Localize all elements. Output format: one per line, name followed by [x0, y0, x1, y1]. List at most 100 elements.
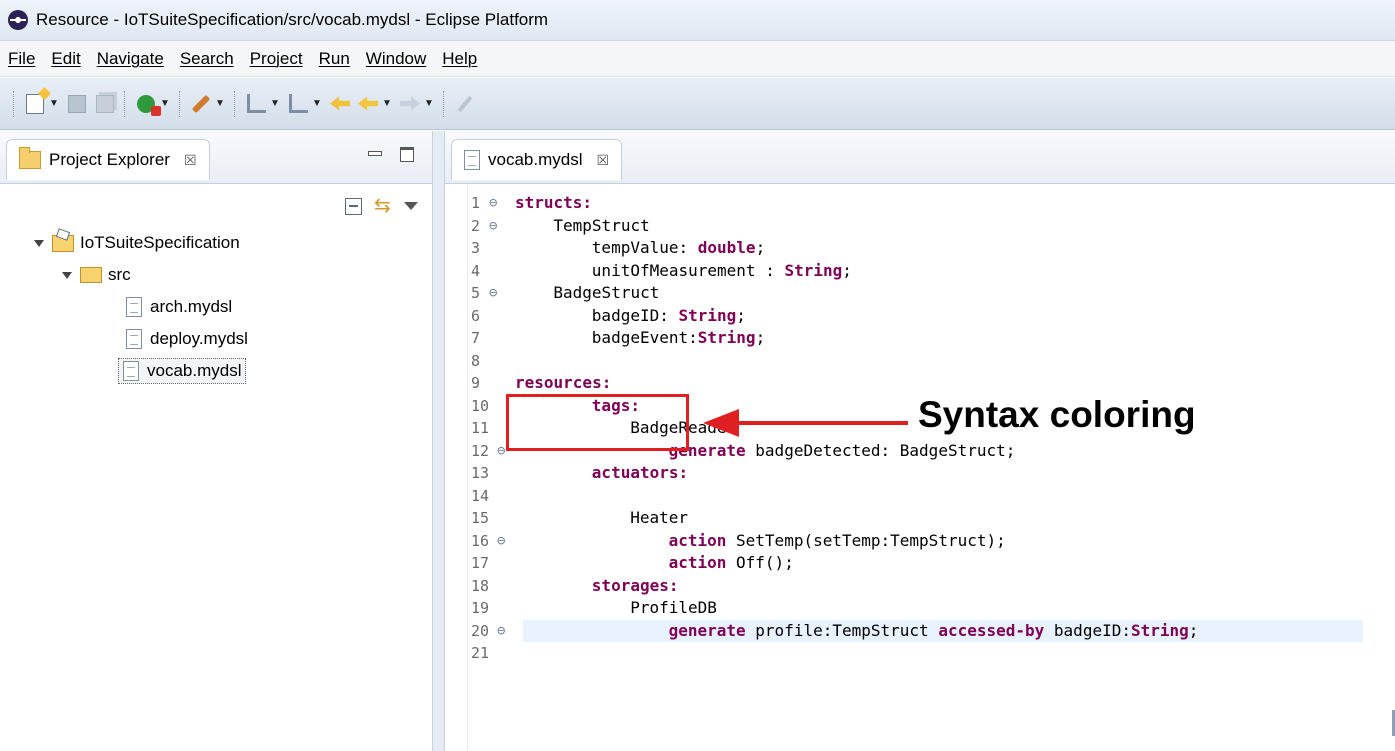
last-edit-icon [330, 96, 350, 111]
text-token: profile:TempStruct [745, 620, 939, 640]
code-editor[interactable]: 1 ⊖ structs: 2 ⊖ TempStruct 3 tempValue: double… [445, 184, 1395, 751]
menu-navigate[interactable]: Navigate [97, 49, 164, 69]
annotation-label: Syntax coloring [918, 394, 1196, 435]
pin-icon [457, 95, 473, 112]
maximize-icon[interactable] [400, 147, 414, 162]
last-edit-button[interactable] [328, 92, 352, 116]
menu-project[interactable]: Project [250, 49, 303, 69]
fold-icon[interactable]: ⊖ [489, 215, 497, 238]
fold-icon[interactable]: ⊖ [497, 440, 505, 463]
code-line[interactable]: 6 badgeID: String; [445, 305, 1395, 328]
tree-item-folder[interactable]: src [0, 259, 430, 291]
file-icon [464, 150, 480, 170]
line-number: 17 [471, 554, 490, 572]
project-tree: IoTSuiteSpecification src arch.mydsl dep… [0, 227, 430, 387]
code-line[interactable]: 13 actuators: [445, 462, 1395, 485]
collapse-all-icon[interactable] [345, 197, 362, 215]
fold-icon[interactable]: ⊖ [497, 530, 505, 553]
tree-item-file[interactable]: deploy.mydsl [0, 323, 430, 355]
annotation-button[interactable] [189, 92, 213, 116]
next-annotation-dropdown[interactable]: ▼ [270, 92, 280, 116]
code-line[interactable]: 17 action Off(); [445, 552, 1395, 575]
code-line[interactable]: 2 ⊖ TempStruct [445, 215, 1395, 238]
keyword-token: actuators: [591, 463, 689, 482]
tab-vocab-mydsl[interactable]: vocab.mydsl ☒ [451, 139, 623, 180]
forward-button[interactable] [398, 92, 422, 116]
tree-item-project[interactable]: IoTSuiteSpecification [0, 227, 430, 259]
keyword-token: String [697, 328, 756, 347]
link-with-editor-icon[interactable] [374, 193, 392, 218]
code-text: unitOfMeasurement : String; [592, 260, 852, 283]
line-number: 9 [471, 374, 481, 392]
run-icon [137, 94, 161, 116]
code-line[interactable]: 4 unitOfMeasurement : String; [445, 260, 1395, 283]
run-dropdown[interactable]: ▼ [160, 92, 170, 116]
expand-icon[interactable] [62, 271, 72, 279]
line-number: 13 [471, 464, 490, 482]
code-line[interactable]: 16 ⊖ action SetTemp(setTemp:TempStruct); [445, 530, 1395, 553]
code-line[interactable]: 19 ProfileDB [445, 597, 1395, 620]
tree-item-selection: vocab.mydsl [118, 358, 247, 384]
code-line[interactable]: 7 badgeEvent:String; [445, 327, 1395, 350]
code-line[interactable]: 1 ⊖ structs: [445, 192, 1395, 215]
code-line[interactable]: 21 [445, 642, 1395, 665]
view-menu-icon[interactable] [404, 202, 418, 210]
code-line[interactable]: 15 Heater [445, 507, 1395, 530]
annotation-dropdown[interactable]: ▼ [215, 92, 225, 116]
tree-item-file-selected[interactable]: vocab.mydsl [0, 355, 430, 387]
code-text: action Off(); [669, 552, 794, 575]
text-token: ProfileDB [630, 598, 717, 617]
minimize-icon[interactable] [368, 151, 382, 156]
save-all-icon [96, 94, 114, 113]
arrow-head [703, 409, 739, 437]
text-token: ; [736, 305, 746, 325]
explorer-view-controls [368, 147, 414, 162]
main-toolbar: ▼ ▼ ▼ ▼ ▼ ▼ ▼ [0, 78, 1395, 130]
text-token: badgeDetected: BadgeStruct; [745, 440, 1016, 460]
tab-project-explorer[interactable]: Project Explorer ☒ [6, 139, 210, 180]
text-token: ; [755, 328, 766, 347]
next-annotation-button[interactable] [244, 92, 268, 116]
prev-annotation-button[interactable] [286, 92, 310, 116]
prev-annotation-dropdown[interactable]: ▼ [312, 92, 322, 116]
next-annotation-icon [246, 94, 266, 113]
save-all-button[interactable] [93, 92, 117, 116]
code-text: badgeID: String; [592, 305, 746, 328]
menu-help[interactable]: Help [442, 49, 477, 69]
back-button[interactable] [356, 92, 380, 116]
fold-icon[interactable]: ⊖ [489, 192, 497, 215]
line-number: 4 [471, 261, 481, 280]
code-line[interactable]: 8 [445, 350, 1395, 373]
close-icon[interactable]: ☒ [596, 152, 609, 169]
explorer-tab-bar: Project Explorer ☒ [0, 131, 432, 184]
fold-icon[interactable]: ⊖ [489, 282, 497, 305]
code-line[interactable]: 18 storages: [445, 575, 1395, 598]
tree-item-file[interactable]: arch.mydsl [0, 291, 430, 323]
menu-search[interactable]: Search [180, 49, 234, 69]
code-line[interactable]: 9 resources: [445, 372, 1395, 395]
code-line[interactable]: 14 [445, 485, 1395, 508]
menu-window[interactable]: Window [366, 49, 426, 69]
forward-dropdown[interactable]: ▼ [424, 92, 434, 116]
code-line[interactable]: 5 ⊖ BadgeStruct [445, 282, 1395, 305]
new-dropdown[interactable]: ▼ [49, 92, 59, 116]
back-dropdown[interactable]: ▼ [382, 92, 392, 116]
run-button[interactable] [134, 92, 161, 116]
expand-icon[interactable] [34, 239, 44, 247]
code-line[interactable]: 3 tempValue: double; [445, 237, 1395, 260]
toolbar-separator [443, 90, 446, 117]
text-token: Heater [630, 508, 688, 527]
new-button[interactable] [23, 92, 47, 116]
menu-file[interactable]: File [8, 49, 35, 69]
fold-icon[interactable]: ⊖ [497, 620, 505, 643]
pin-button[interactable] [453, 92, 477, 116]
menu-run[interactable]: Run [319, 49, 350, 69]
text-token: TempStruct [553, 215, 650, 235]
code-line[interactable]: 20 ⊖ generate profile:TempStruct accessed-… [445, 620, 1395, 643]
close-icon[interactable]: ☒ [184, 152, 197, 169]
save-button[interactable] [65, 92, 89, 116]
menu-edit[interactable]: Edit [51, 49, 80, 69]
view-sash[interactable] [433, 131, 444, 751]
line-number: 8 [471, 351, 481, 370]
toolbar-separator [234, 90, 237, 117]
